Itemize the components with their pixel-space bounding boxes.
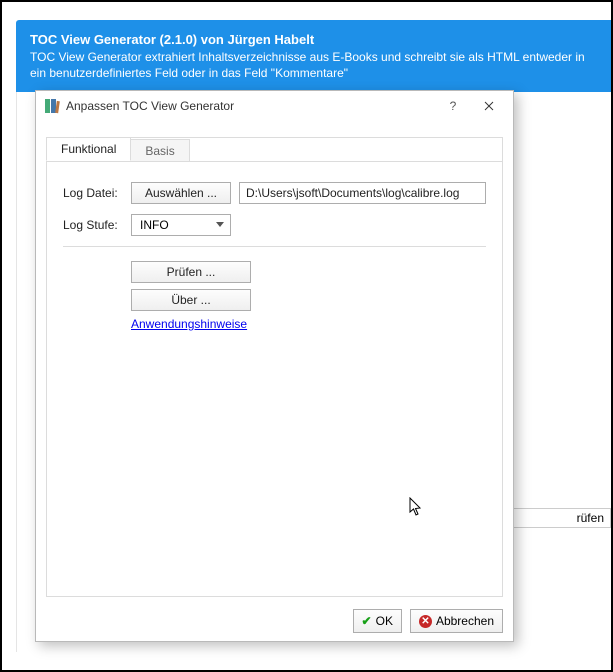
help-icon: ? xyxy=(450,99,457,113)
divider xyxy=(63,246,486,247)
close-button[interactable] xyxy=(471,94,507,118)
choose-log-file-button[interactable]: Auswählen ... xyxy=(131,182,231,204)
close-icon xyxy=(484,101,494,111)
banner-title: TOC View Generator (2.1.0) von Jürgen Ha… xyxy=(30,32,597,47)
check-button[interactable]: Prüfen ... xyxy=(131,261,251,283)
banner-description: TOC View Generator extrahiert Inhaltsver… xyxy=(30,49,597,81)
config-dialog: Anpassen TOC View Generator ? Funktional… xyxy=(35,90,514,642)
log-file-path-field[interactable]: D:\Users\jsoft\Documents\log\calibre.log xyxy=(239,182,486,204)
dialog-title: Anpassen TOC View Generator xyxy=(66,99,435,113)
log-level-select[interactable]: INFO xyxy=(131,214,231,236)
app-icon xyxy=(44,98,60,114)
cancel-icon: ✕ xyxy=(419,615,432,628)
label-log-level: Log Stufe: xyxy=(63,218,131,232)
tab-funktional[interactable]: Funktional xyxy=(46,137,131,161)
help-button[interactable]: ? xyxy=(435,94,471,118)
label-log-file: Log Datei: xyxy=(63,186,131,200)
tab-basis[interactable]: Basis xyxy=(130,139,189,161)
chevron-down-icon xyxy=(216,222,224,227)
background-check-button[interactable]: rüfen xyxy=(511,508,611,528)
cancel-button[interactable]: ✕ Abbrechen xyxy=(410,609,503,633)
check-icon: ✔ xyxy=(362,614,372,628)
plugin-banner: TOC View Generator (2.1.0) von Jürgen Ha… xyxy=(16,20,611,92)
dialog-content: Funktional Basis Log Datei: Auswählen ..… xyxy=(46,137,503,597)
about-button[interactable]: Über ... xyxy=(131,289,251,311)
ok-button[interactable]: ✔ OK xyxy=(353,609,402,633)
dialog-titlebar[interactable]: Anpassen TOC View Generator ? xyxy=(36,91,513,121)
usage-hints-link[interactable]: Anwendungshinweise xyxy=(131,317,247,331)
